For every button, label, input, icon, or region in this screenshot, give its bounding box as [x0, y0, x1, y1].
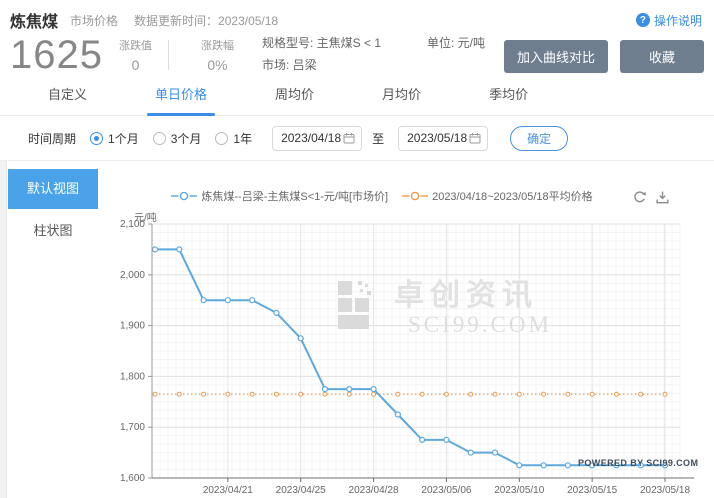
- market-label: 市场: 吕梁: [262, 55, 485, 77]
- change-pct: 0%: [201, 57, 234, 73]
- update-time-value: 2023/05/18: [218, 14, 278, 28]
- calendar-icon: [469, 132, 481, 144]
- radio-1-year[interactable]: 1年: [215, 130, 252, 147]
- refresh-icon[interactable]: [632, 190, 647, 205]
- legend-item-average[interactable]: 2023/04/18~2023/05/18平均价格: [402, 188, 593, 204]
- question-icon: ?: [636, 13, 650, 27]
- svg-text:2,000: 2,000: [120, 270, 145, 281]
- change-value-label: 涨跌值: [119, 37, 152, 53]
- sidebar-item-bar-chart[interactable]: 柱状图: [8, 219, 98, 243]
- svg-text:1,800: 1,800: [120, 372, 145, 383]
- plot-area: 1,6001,7001,8001,9002,0002,1002023/04/21…: [120, 176, 714, 498]
- divider: [168, 40, 169, 70]
- chart-legend: 炼焦煤--吕梁-主焦煤S<1-元/吨[市场价] 2023/04/18~2023/…: [120, 188, 644, 204]
- help-link[interactable]: ? 操作说明: [636, 12, 702, 29]
- price-chart: 炼焦煤--吕梁-主焦煤S<1-元/吨[市场价] 2023/04/18~2023/…: [120, 176, 714, 498]
- help-label: 操作说明: [654, 12, 702, 29]
- svg-text:2023/05/06: 2023/05/06: [421, 485, 471, 496]
- tab-custom[interactable]: 自定义: [40, 84, 95, 115]
- radio-3-month-label: 3个月: [171, 130, 202, 147]
- y-axis-unit-label: 元/吨: [134, 209, 157, 224]
- spec-label: 规格型号: 主焦煤S < 1: [262, 33, 381, 55]
- left-gutter: [0, 161, 7, 498]
- spec-block: 规格型号: 主焦煤S < 1 单位: 元/吨 市场: 吕梁: [262, 33, 485, 76]
- date-range-separator: 至: [372, 130, 384, 147]
- line-marker-icon: [171, 191, 197, 201]
- radio-icon: [215, 132, 228, 145]
- end-date-input[interactable]: [407, 131, 469, 145]
- radio-1-month[interactable]: 1个月: [90, 130, 139, 147]
- end-date-input-wrap: [398, 126, 488, 151]
- header: 炼焦煤 市场价格 数据更新时间：2023/05/18 ? 操作说明 1625 涨…: [0, 0, 714, 76]
- tab-daily-price[interactable]: 单日价格: [147, 84, 215, 115]
- favorite-button[interactable]: 收藏: [620, 40, 704, 73]
- radio-3-month[interactable]: 3个月: [153, 130, 202, 147]
- svg-text:2023/05/18: 2023/05/18: [640, 485, 690, 496]
- main-area: 默认视图 柱状图 炼焦煤--吕梁-主焦煤S<1-元/吨[市场价] 2023/04…: [0, 161, 714, 498]
- tab-weekly-avg[interactable]: 周均价: [267, 84, 322, 115]
- start-date-input-wrap: [272, 126, 362, 151]
- download-icon[interactable]: [655, 190, 670, 205]
- update-time-label: 数据更新时间：: [134, 14, 218, 28]
- tab-bar: 自定义 单日价格 周均价 月均价 季均价: [0, 79, 714, 116]
- radio-icon: [90, 132, 103, 145]
- svg-text:2023/04/25: 2023/04/25: [276, 485, 326, 496]
- svg-text:1,700: 1,700: [120, 422, 145, 433]
- tab-monthly-avg[interactable]: 月均价: [374, 84, 429, 115]
- legend-series-label: 炼焦煤--吕梁-主焦煤S<1-元/吨[市场价]: [201, 188, 388, 204]
- change-value-block: 涨跌值 0: [119, 37, 152, 73]
- svg-text:2023/05/10: 2023/05/10: [494, 485, 544, 496]
- radio-1-year-label: 1年: [233, 130, 252, 147]
- filter-bar: 时间周期 1个月 3个月 1年 至 确定: [0, 116, 714, 161]
- svg-text:2023/04/21: 2023/04/21: [203, 485, 253, 496]
- category-label: 市场价格: [70, 12, 118, 29]
- line-marker-icon: [402, 191, 428, 201]
- svg-text:2023/04/28: 2023/04/28: [349, 485, 399, 496]
- svg-text:2023/05/15: 2023/05/15: [567, 485, 617, 496]
- radio-icon: [153, 132, 166, 145]
- tab-quarterly-avg[interactable]: 季均价: [481, 84, 536, 115]
- start-date-input[interactable]: [281, 131, 343, 145]
- svg-text:1,600: 1,600: [120, 473, 145, 484]
- calendar-icon: [343, 132, 355, 144]
- change-pct-label: 涨跌幅: [201, 37, 234, 53]
- page-title: 炼焦煤: [10, 8, 58, 32]
- change-value: 0: [119, 57, 152, 73]
- radio-1-month-label: 1个月: [108, 130, 139, 147]
- sidebar-item-default-view[interactable]: 默认视图: [8, 169, 98, 209]
- svg-text:1,900: 1,900: [120, 321, 145, 332]
- unit-label: 单位: 元/吨: [427, 33, 485, 55]
- period-label: 时间周期: [28, 130, 76, 147]
- legend-average-label: 2023/04/18~2023/05/18平均价格: [432, 188, 593, 204]
- confirm-button[interactable]: 确定: [510, 126, 568, 151]
- current-price: 1625: [10, 34, 103, 76]
- update-time: 数据更新时间：2023/05/18: [134, 12, 278, 29]
- add-curve-compare-button[interactable]: 加入曲线对比: [504, 40, 608, 73]
- change-pct-block: 涨跌幅 0%: [201, 37, 234, 73]
- legend-item-series[interactable]: 炼焦煤--吕梁-主焦煤S<1-元/吨[市场价]: [171, 188, 388, 204]
